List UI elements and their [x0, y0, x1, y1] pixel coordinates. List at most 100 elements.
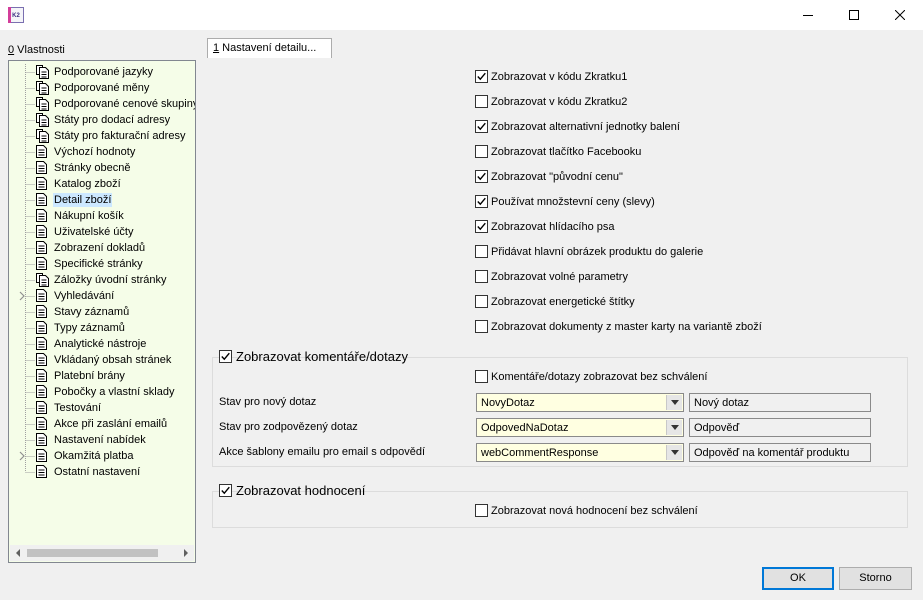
- dropdown-button[interactable]: [666, 395, 682, 410]
- option-checkbox[interactable]: [475, 145, 488, 158]
- rating-without-approval-checkbox[interactable]: [475, 504, 488, 517]
- option-checkbox[interactable]: [475, 270, 488, 283]
- checkmark-icon: [477, 197, 486, 206]
- doc-icon: [36, 177, 47, 190]
- tree-item-label: Vyhledávání: [54, 290, 115, 302]
- option-checkbox[interactable]: [475, 195, 488, 208]
- dropdown-arrow-icon: [670, 425, 679, 430]
- tree-item[interactable]: Uživatelské účty: [9, 224, 195, 240]
- properties-tree[interactable]: Ostatní nastavení Okamžitá platba Nastaven…: [8, 60, 196, 563]
- scroll-right-icon[interactable]: [178, 545, 194, 561]
- tree-item[interactable]: Vkládaný obsah stránek: [9, 352, 195, 368]
- multi-doc-icon: [36, 273, 49, 287]
- minimize-button[interactable]: [785, 0, 831, 30]
- rating-checkbox[interactable]: [219, 484, 232, 497]
- option-checkbox[interactable]: [475, 70, 488, 83]
- doc-icon: [36, 417, 47, 430]
- tree-item[interactable]: Zobrazení dokladů: [9, 240, 195, 256]
- close-icon: [895, 10, 905, 20]
- cancel-button[interactable]: Storno: [839, 567, 912, 590]
- tree-item[interactable]: Analytické nástroje: [9, 336, 195, 352]
- form-row-select[interactable]: NovyDotaz: [476, 393, 684, 412]
- multi-doc-icon: [36, 81, 49, 95]
- option-checkbox[interactable]: [475, 320, 488, 333]
- form-row-label: Stav pro nový dotaz: [219, 396, 317, 408]
- form-row-select[interactable]: OdpovedNaDotaz: [476, 418, 684, 437]
- tree-item[interactable]: Podporované cenové skupiny: [9, 96, 196, 112]
- dropdown-button[interactable]: [666, 420, 682, 435]
- tree-item[interactable]: Stránky obecně: [9, 160, 195, 176]
- doc-icon: [36, 449, 47, 462]
- option-checkbox[interactable]: [475, 245, 488, 258]
- expand-chevron-icon[interactable]: [18, 291, 26, 301]
- option-checkbox[interactable]: [475, 120, 488, 133]
- tree-item[interactable]: Podporované měny: [9, 80, 195, 96]
- option-checkbox[interactable]: [475, 220, 488, 233]
- tree-item[interactable]: Katalog zboží: [9, 176, 195, 192]
- option-checkbox[interactable]: [475, 295, 488, 308]
- dropdown-button[interactable]: [666, 445, 682, 460]
- dropdown-arrow-icon: [670, 400, 679, 405]
- comments-without-approval-checkbox[interactable]: [475, 370, 488, 383]
- doc-icon: [36, 401, 47, 414]
- tree-item[interactable]: Platební brány: [9, 368, 195, 384]
- tree-item[interactable]: Výchozí hodnoty: [9, 144, 195, 160]
- option-label: Zobrazovat dokumenty z master karty na v…: [491, 321, 762, 333]
- tree-item[interactable]: Státy pro fakturační adresy: [9, 128, 195, 144]
- maximize-button[interactable]: [831, 0, 877, 30]
- tree-item[interactable]: Stavy záznamů: [9, 304, 195, 320]
- tree-item[interactable]: Pobočky a vlastní sklady: [9, 384, 195, 400]
- tree-item-label: Výchozí hodnoty: [54, 146, 136, 158]
- doc-icon: [36, 257, 47, 270]
- checkmark-icon: [477, 172, 486, 181]
- tree-item[interactable]: Nastavení nabídek: [9, 432, 195, 448]
- doc-icon: [36, 369, 47, 382]
- form-row-select[interactable]: webCommentResponse: [476, 443, 684, 462]
- tree-item-label: Pobočky a vlastní sklady: [54, 386, 175, 398]
- display-value: Odpověď: [694, 422, 740, 434]
- tree-item-label: Podporované cenové skupiny: [54, 98, 196, 110]
- tree-item[interactable]: Typy záznamů: [9, 320, 195, 336]
- tree-item-label: Analytické nástroje: [54, 338, 147, 350]
- doc-icon: [36, 305, 47, 318]
- tree-item[interactable]: Záložky úvodní stránky: [9, 272, 195, 288]
- checkmark-icon: [477, 72, 486, 81]
- checkmark-icon: [477, 122, 486, 131]
- properties-title: Vlastnosti: [14, 44, 65, 56]
- tree-horizontal-scrollbar[interactable]: [10, 545, 194, 561]
- form-row-label: Stav pro zodpovězený dotaz: [219, 421, 358, 433]
- doc-icon: [36, 353, 47, 366]
- rating-group-header[interactable]: Zobrazovat hodnocení: [219, 482, 365, 500]
- comments-checkbox[interactable]: [219, 350, 232, 363]
- tree-item[interactable]: Vyhledávání: [9, 288, 195, 304]
- close-button[interactable]: [877, 0, 923, 30]
- comments-without-approval-label: Komentáře/dotazy zobrazovat bez schválen…: [491, 371, 708, 383]
- select-value: NovyDotaz: [481, 397, 535, 409]
- tree-item[interactable]: Akce při zaslání emailů: [9, 416, 195, 432]
- scrollbar-thumb[interactable]: [27, 549, 158, 557]
- tree-item[interactable]: Nákupní košík: [9, 208, 195, 224]
- tree-item-label: Detail zboží: [53, 193, 113, 207]
- ok-button[interactable]: OK: [762, 567, 834, 590]
- tab-detail-settings[interactable]: 1 Nastavení detailu...: [207, 38, 332, 58]
- tree-item[interactable]: Ostatní nastavení: [9, 464, 195, 480]
- tree-item[interactable]: Testování: [9, 400, 195, 416]
- doc-icon: [36, 385, 47, 398]
- tree-item-label: Podporované jazyky: [54, 66, 154, 78]
- tree-item-label: Záložky úvodní stránky: [54, 274, 167, 286]
- tree-item[interactable]: Okamžitá platba: [9, 448, 195, 464]
- comments-group-header[interactable]: Zobrazovat komentáře/dotazy: [219, 348, 408, 366]
- form-row-display: Odpověď na komentář produktu: [689, 443, 871, 462]
- maximize-icon: [849, 10, 859, 20]
- tree-item[interactable]: Specifické stránky: [9, 256, 195, 272]
- expand-chevron-icon[interactable]: [18, 451, 26, 461]
- option-checkbox[interactable]: [475, 95, 488, 108]
- scroll-left-icon[interactable]: [10, 545, 26, 561]
- doc-icon: [36, 337, 47, 350]
- tree-item[interactable]: Státy pro dodací adresy: [9, 112, 195, 128]
- checkmark-icon: [477, 222, 486, 231]
- tree-item[interactable]: Detail zboží: [9, 192, 195, 208]
- tree-item[interactable]: Podporované jazyky: [9, 64, 195, 80]
- multi-doc-icon: [36, 129, 49, 143]
- option-checkbox[interactable]: [475, 170, 488, 183]
